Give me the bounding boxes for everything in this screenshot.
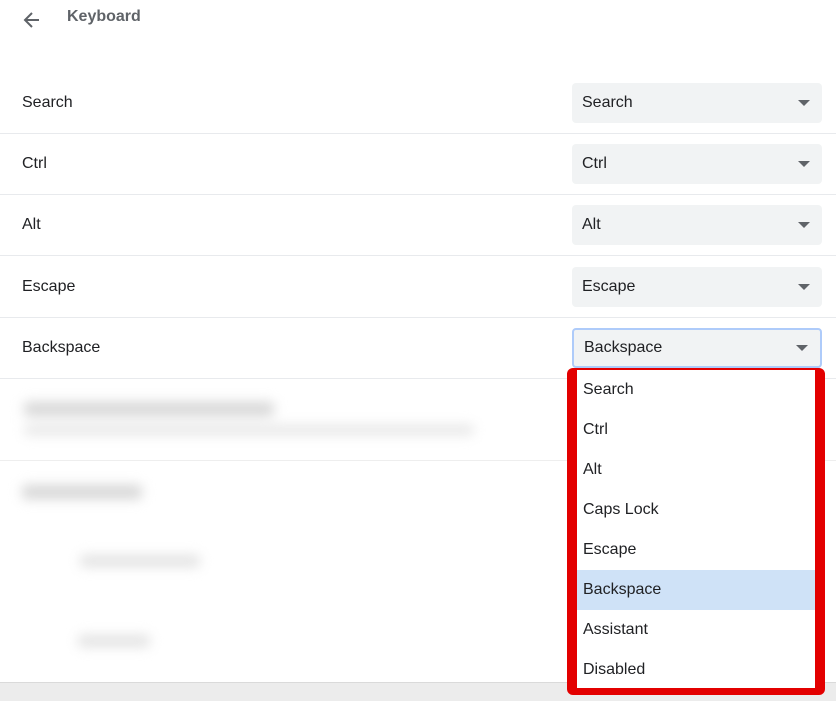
blurred-text	[78, 635, 150, 647]
option-label: Alt	[583, 461, 602, 478]
select-value: Escape	[582, 278, 636, 295]
dropdown-option[interactable]: Assistant	[577, 610, 815, 650]
caret-down-icon	[796, 345, 808, 351]
dropdown-option[interactable]: Search	[577, 370, 815, 410]
caret-down-icon	[798, 284, 810, 290]
row-label: Escape	[22, 278, 76, 295]
key-select-ctrl[interactable]: Ctrl	[572, 144, 822, 184]
blurred-text	[22, 485, 142, 499]
blurred-text	[80, 555, 200, 567]
blurred-text	[24, 402, 274, 416]
option-label: Disabled	[583, 661, 646, 678]
row-label: Alt	[22, 216, 41, 233]
dropdown-option[interactable]: Disabled	[577, 650, 815, 690]
option-label: Search	[583, 381, 634, 398]
option-label: Caps Lock	[583, 501, 659, 518]
dropdown-option[interactable]: Ctrl	[577, 410, 815, 450]
select-value: Search	[582, 94, 633, 111]
setting-row-ctrl: Ctrl Ctrl	[0, 134, 836, 195]
select-value: Backspace	[584, 339, 663, 356]
dropdown-list: Search Ctrl Alt Caps Lock Escape Backspa…	[577, 370, 815, 688]
select-value: Ctrl	[582, 155, 607, 172]
dropdown-option[interactable]: Caps Lock	[577, 490, 815, 530]
select-value: Alt	[582, 216, 601, 233]
back-button[interactable]	[18, 6, 46, 34]
dropdown-option[interactable]: Escape	[577, 530, 815, 570]
option-label: Escape	[583, 541, 637, 558]
header: Keyboard	[0, 0, 836, 40]
caret-down-icon	[798, 222, 810, 228]
row-label: Backspace	[22, 339, 101, 356]
key-select-escape[interactable]: Escape	[572, 267, 822, 307]
arrow-left-icon	[23, 12, 39, 28]
key-select-search[interactable]: Search	[572, 83, 822, 123]
setting-row-search: Search Search	[0, 73, 836, 134]
key-select-alt[interactable]: Alt	[572, 205, 822, 245]
dropdown-option[interactable]: Alt	[577, 450, 815, 490]
caret-down-icon	[798, 100, 810, 106]
page-title: Keyboard	[67, 8, 141, 25]
key-select-backspace[interactable]: Backspace	[572, 328, 822, 368]
setting-row-escape: Escape Escape	[0, 257, 836, 318]
dropdown-option-selected[interactable]: Backspace	[577, 570, 815, 610]
option-label: Assistant	[583, 621, 648, 638]
setting-row-alt: Alt Alt	[0, 195, 836, 256]
caret-down-icon	[798, 161, 810, 167]
blurred-text	[24, 425, 474, 435]
blurred-content	[0, 380, 560, 680]
option-label: Ctrl	[583, 421, 608, 438]
option-label: Backspace	[583, 581, 662, 598]
row-label: Ctrl	[22, 155, 47, 172]
row-label: Search	[22, 94, 73, 111]
